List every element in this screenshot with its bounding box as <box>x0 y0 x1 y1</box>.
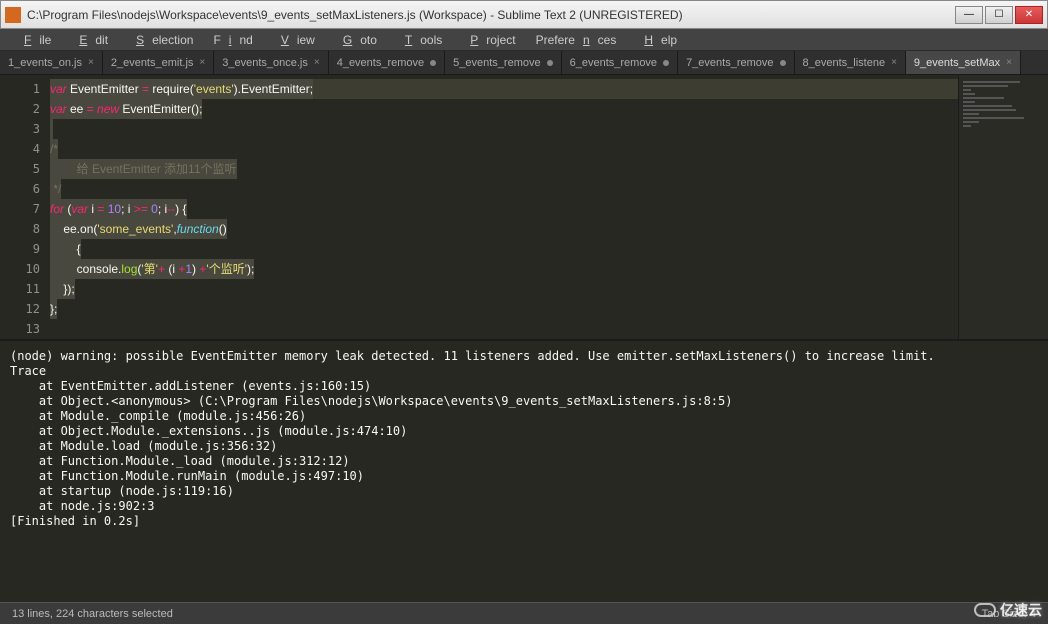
tab-dirty-icon[interactable] <box>547 60 553 66</box>
minimap[interactable] <box>958 75 1048 339</box>
menu-help[interactable]: Help <box>628 31 685 49</box>
tab-label: 1_events_on.js <box>8 57 82 69</box>
watermark: 亿速云 <box>974 600 1042 620</box>
tab-close-icon[interactable]: × <box>199 57 205 68</box>
line-gutter: 12345678910111213 <box>0 75 50 339</box>
tab-bar: 1_events_on.js×2_events_emit.js×3_events… <box>0 51 1048 75</box>
menu-view[interactable]: View <box>265 31 323 49</box>
menu-file[interactable]: File <box>8 31 59 49</box>
app-icon <box>5 7 21 23</box>
menu-find[interactable]: Find <box>205 31 260 49</box>
line-number: 13 <box>0 319 40 339</box>
tab-label: 9_events_setMax <box>914 57 1000 69</box>
tab-dirty-icon[interactable] <box>780 60 786 66</box>
menu-project[interactable]: Project <box>454 31 523 49</box>
line-number: 7 <box>0 199 40 219</box>
tab[interactable]: 4_events_remove <box>329 51 445 74</box>
tab-dirty-icon[interactable] <box>430 60 436 66</box>
tab[interactable]: 5_events_remove <box>445 51 561 74</box>
line-number: 10 <box>0 259 40 279</box>
minimize-button[interactable]: — <box>955 6 983 24</box>
tab-label: 8_events_listene <box>803 57 886 69</box>
tab-label: 5_events_remove <box>453 57 540 69</box>
line-number: 4 <box>0 139 40 159</box>
menu-bar: File Edit Selection Find View Goto Tools… <box>0 29 1048 51</box>
tab[interactable]: 1_events_on.js × <box>0 51 103 74</box>
keyword: var <box>50 82 67 96</box>
tab-label: 3_events_once.js <box>222 57 308 69</box>
line-number: 5 <box>0 159 40 179</box>
menu-preferences[interactable]: Preferences <box>528 31 625 49</box>
tab-close-icon[interactable]: × <box>891 57 897 68</box>
line-number: 1 <box>0 79 40 99</box>
tab-label: 2_events_emit.js <box>111 57 194 69</box>
cloud-icon <box>974 603 996 617</box>
line-number: 6 <box>0 179 40 199</box>
tab-label: 6_events_remove <box>570 57 657 69</box>
tab-close-icon[interactable]: × <box>88 57 94 68</box>
line-number: 9 <box>0 239 40 259</box>
code-area[interactable]: var EventEmitter = require('events').Eve… <box>50 75 958 339</box>
maximize-button[interactable]: ☐ <box>985 6 1013 24</box>
status-bar: 13 lines, 224 characters selected Tab Si… <box>0 602 1048 624</box>
line-number: 11 <box>0 279 40 299</box>
menu-selection[interactable]: Selection <box>120 31 201 49</box>
tab[interactable]: 2_events_emit.js × <box>103 51 214 74</box>
line-number: 8 <box>0 219 40 239</box>
close-button[interactable]: ✕ <box>1015 6 1043 24</box>
window-title: C:\Program Files\nodejs\Workspace\events… <box>27 8 955 22</box>
tab[interactable]: 7_events_remove <box>678 51 794 74</box>
line-number: 12 <box>0 299 40 319</box>
status-selection: 13 lines, 224 characters selected <box>12 608 173 620</box>
line-number: 3 <box>0 119 40 139</box>
window-controls: — ☐ ✕ <box>955 6 1043 24</box>
tab-label: 4_events_remove <box>337 57 424 69</box>
editor[interactable]: 12345678910111213 var EventEmitter = req… <box>0 75 1048 339</box>
tab[interactable]: 3_events_once.js × <box>214 51 328 74</box>
tab[interactable]: 6_events_remove <box>562 51 678 74</box>
menu-tools[interactable]: Tools <box>389 31 450 49</box>
tab-label: 7_events_remove <box>686 57 773 69</box>
tab[interactable]: 8_events_listene × <box>795 51 906 74</box>
tab-close-icon[interactable]: × <box>314 57 320 68</box>
tab[interactable]: 9_events_setMax × <box>906 51 1021 74</box>
build-output-panel[interactable]: (node) warning: possible EventEmitter me… <box>0 339 1048 602</box>
menu-edit[interactable]: Edit <box>63 31 116 49</box>
tab-close-icon[interactable]: × <box>1006 57 1012 68</box>
window-titlebar: C:\Program Files\nodejs\Workspace\events… <box>0 0 1048 29</box>
tab-dirty-icon[interactable] <box>663 60 669 66</box>
line-number: 2 <box>0 99 40 119</box>
menu-goto[interactable]: Goto <box>327 31 385 49</box>
